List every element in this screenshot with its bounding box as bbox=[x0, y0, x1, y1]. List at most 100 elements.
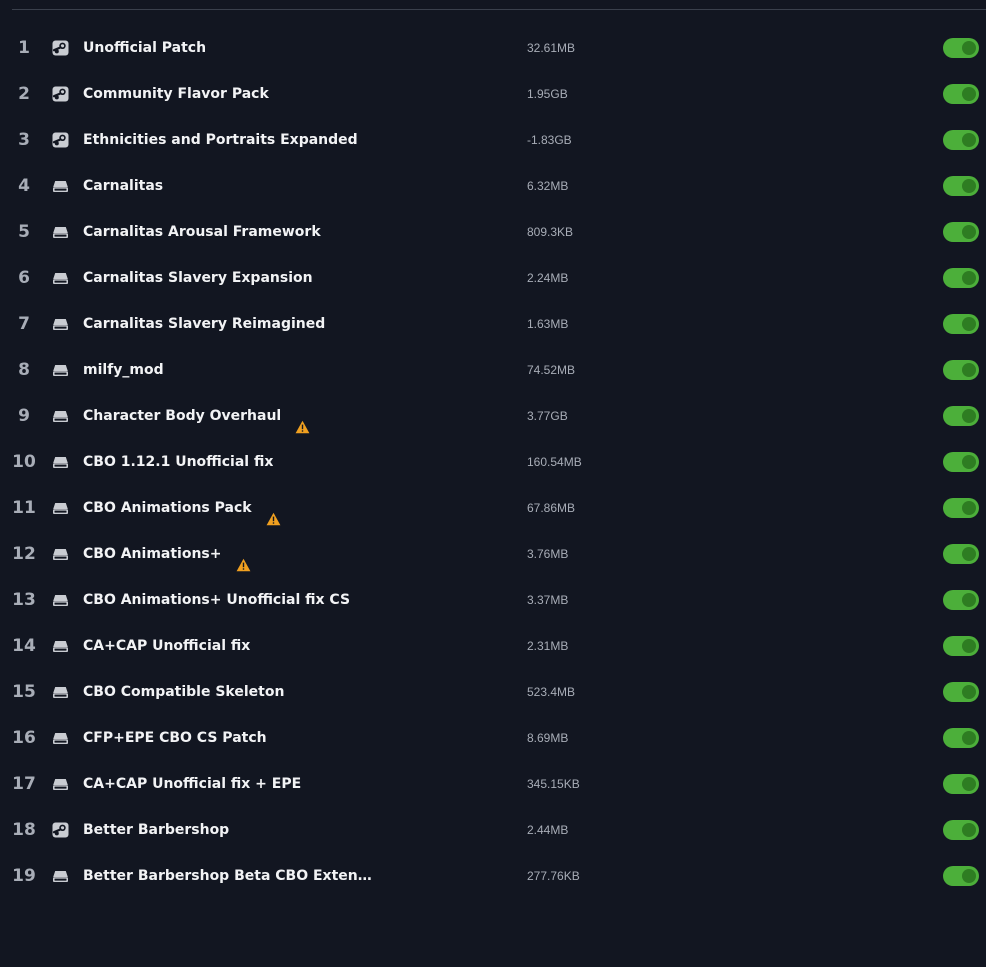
mod-enabled-toggle[interactable] bbox=[943, 590, 979, 610]
local-drive-icon bbox=[52, 224, 69, 240]
mod-load-order: 18 bbox=[12, 820, 36, 840]
local-drive-icon bbox=[52, 592, 69, 608]
toggle-knob bbox=[962, 593, 976, 607]
mod-name: Character Body Overhaul bbox=[83, 393, 310, 439]
warning-icon[interactable] bbox=[295, 407, 310, 434]
local-drive-icon bbox=[52, 638, 69, 654]
steam-workshop-icon bbox=[52, 822, 69, 838]
mod-load-order: 3 bbox=[18, 130, 30, 150]
mod-size: -1.83GB bbox=[527, 133, 572, 147]
mod-enabled-toggle[interactable] bbox=[943, 222, 979, 242]
mod-row-13[interactable]: 13 CBO Animations+ Unofficial fix CS 3.3… bbox=[0, 577, 986, 623]
mod-load-order: 17 bbox=[12, 774, 36, 794]
mod-name: CA+CAP Unofficial fix bbox=[83, 623, 250, 669]
mod-name: Unofficial Patch bbox=[83, 25, 206, 71]
mod-row-14[interactable]: 14 CA+CAP Unofficial fix 2.31MB bbox=[0, 623, 986, 669]
mod-row-6[interactable]: 6 Carnalitas Slavery Expansion 2.24MB bbox=[0, 255, 986, 301]
mod-row-16[interactable]: 16 CFP+EPE CBO CS Patch 8.69MB bbox=[0, 715, 986, 761]
mod-load-order: 7 bbox=[18, 314, 30, 334]
mod-row-11[interactable]: 11 CBO Animations Pack 67.86MB bbox=[0, 485, 986, 531]
mod-load-order: 14 bbox=[12, 636, 36, 656]
mod-row-18[interactable]: 18 Better Barbershop 2.44MB bbox=[0, 807, 986, 853]
mod-enabled-toggle[interactable] bbox=[943, 176, 979, 196]
mod-name: Carnalitas bbox=[83, 163, 163, 209]
toggle-knob bbox=[962, 179, 976, 193]
steam-workshop-icon bbox=[52, 86, 69, 102]
mod-name: CBO Animations Pack bbox=[83, 485, 281, 531]
mod-name-text: CBO Compatible Skeleton bbox=[83, 684, 285, 700]
mod-name-text: Unofficial Patch bbox=[83, 40, 207, 56]
mod-enabled-toggle[interactable] bbox=[943, 498, 979, 518]
mod-name: CBO Animations+ bbox=[83, 531, 251, 577]
mod-name: Better Barbershop Beta CBO Exten… bbox=[83, 853, 372, 899]
local-drive-icon bbox=[52, 500, 69, 516]
mod-load-order: 12 bbox=[12, 544, 36, 564]
mod-row-9[interactable]: 9 Character Body Overhaul 3.77GB bbox=[0, 393, 986, 439]
mod-enabled-toggle[interactable] bbox=[943, 636, 979, 656]
steam-workshop-icon bbox=[52, 132, 69, 148]
warning-icon[interactable] bbox=[236, 545, 251, 572]
mod-row-5[interactable]: 5 Carnalitas Arousal Framework 809.3KB bbox=[0, 209, 986, 255]
mod-name-text: CBO Animations+ bbox=[83, 546, 222, 562]
mod-name: Carnalitas Slavery Reimagined bbox=[83, 301, 325, 347]
mod-name: CFP+EPE CBO CS Patch bbox=[83, 715, 267, 761]
mod-row-12[interactable]: 12 CBO Animations+ 3.76MB bbox=[0, 531, 986, 577]
mod-row-7[interactable]: 7 Carnalitas Slavery Reimagined 1.63MB bbox=[0, 301, 986, 347]
mod-row-15[interactable]: 15 CBO Compatible Skeleton 523.4MB bbox=[0, 669, 986, 715]
mod-name-text: Better Barbershop Beta CBO Exten… bbox=[83, 868, 372, 884]
toggle-knob bbox=[962, 41, 976, 55]
mod-enabled-toggle[interactable] bbox=[943, 84, 979, 104]
mod-enabled-toggle[interactable] bbox=[943, 682, 979, 702]
mod-name-text: Character Body Overhaul bbox=[83, 408, 282, 424]
mod-name: Ethnicities and Portraits Expanded bbox=[83, 117, 358, 163]
mod-load-order: 2 bbox=[18, 84, 30, 104]
mod-load-order: 19 bbox=[12, 866, 36, 886]
mod-row-8[interactable]: 8 milfy_mod 74.52MB bbox=[0, 347, 986, 393]
mod-row-17[interactable]: 17 CA+CAP Unofficial fix + EPE 345.15KB bbox=[0, 761, 986, 807]
mod-name: CBO Compatible Skeleton bbox=[83, 669, 284, 715]
mod-enabled-toggle[interactable] bbox=[943, 866, 979, 886]
mod-name: CA+CAP Unofficial fix + EPE bbox=[83, 761, 301, 807]
warning-icon[interactable] bbox=[266, 499, 281, 526]
toggle-knob bbox=[962, 271, 976, 285]
mod-row-19[interactable]: 19 Better Barbershop Beta CBO Exten… 277… bbox=[0, 853, 986, 899]
mod-enabled-toggle[interactable] bbox=[943, 774, 979, 794]
mod-enabled-toggle[interactable] bbox=[943, 406, 979, 426]
mod-load-order: 9 bbox=[18, 406, 30, 426]
mod-list: 1 Unofficial Patch 32.61MB 2 Community F… bbox=[0, 25, 986, 899]
mod-enabled-toggle[interactable] bbox=[943, 268, 979, 288]
mod-name-text: CA+CAP Unofficial fix bbox=[83, 638, 251, 654]
mod-enabled-toggle[interactable] bbox=[943, 38, 979, 58]
mod-size: 2.31MB bbox=[527, 639, 569, 653]
mod-name-text: CBO 1.12.1 Unofficial fix bbox=[83, 454, 274, 470]
mod-name-text: Community Flavor Pack bbox=[83, 86, 269, 102]
mod-enabled-toggle[interactable] bbox=[943, 360, 979, 380]
mod-row-4[interactable]: 4 Carnalitas 6.32MB bbox=[0, 163, 986, 209]
mod-size: 74.52MB bbox=[527, 363, 576, 377]
toggle-knob bbox=[962, 363, 976, 377]
local-drive-icon bbox=[52, 684, 69, 700]
toggle-knob bbox=[962, 685, 976, 699]
local-drive-icon bbox=[52, 868, 69, 884]
mod-row-1[interactable]: 1 Unofficial Patch 32.61MB bbox=[0, 25, 986, 71]
mod-enabled-toggle[interactable] bbox=[943, 314, 979, 334]
mod-name: CBO 1.12.1 Unofficial fix bbox=[83, 439, 273, 485]
mod-row-10[interactable]: 10 CBO 1.12.1 Unofficial fix 160.54MB bbox=[0, 439, 986, 485]
mod-size: 523.4MB bbox=[527, 685, 576, 699]
mod-enabled-toggle[interactable] bbox=[943, 544, 979, 564]
steam-workshop-icon bbox=[52, 40, 69, 56]
mod-row-3[interactable]: 3 Ethnicities and Portraits Expanded -1.… bbox=[0, 117, 986, 163]
mod-name-text: Carnalitas bbox=[83, 178, 164, 194]
mod-name-text: CA+CAP Unofficial fix + EPE bbox=[83, 776, 302, 792]
mod-enabled-toggle[interactable] bbox=[943, 130, 979, 150]
mod-enabled-toggle[interactable] bbox=[943, 820, 979, 840]
mod-enabled-toggle[interactable] bbox=[943, 728, 979, 748]
mod-size: 32.61MB bbox=[527, 41, 576, 55]
mod-load-order: 6 bbox=[18, 268, 30, 288]
mod-row-2[interactable]: 2 Community Flavor Pack 1.95GB bbox=[0, 71, 986, 117]
mod-size: 2.44MB bbox=[527, 823, 569, 837]
mod-load-order: 1 bbox=[18, 38, 30, 58]
mod-enabled-toggle[interactable] bbox=[943, 452, 979, 472]
mod-name-text: milfy_mod bbox=[83, 362, 164, 378]
local-drive-icon bbox=[52, 454, 69, 470]
